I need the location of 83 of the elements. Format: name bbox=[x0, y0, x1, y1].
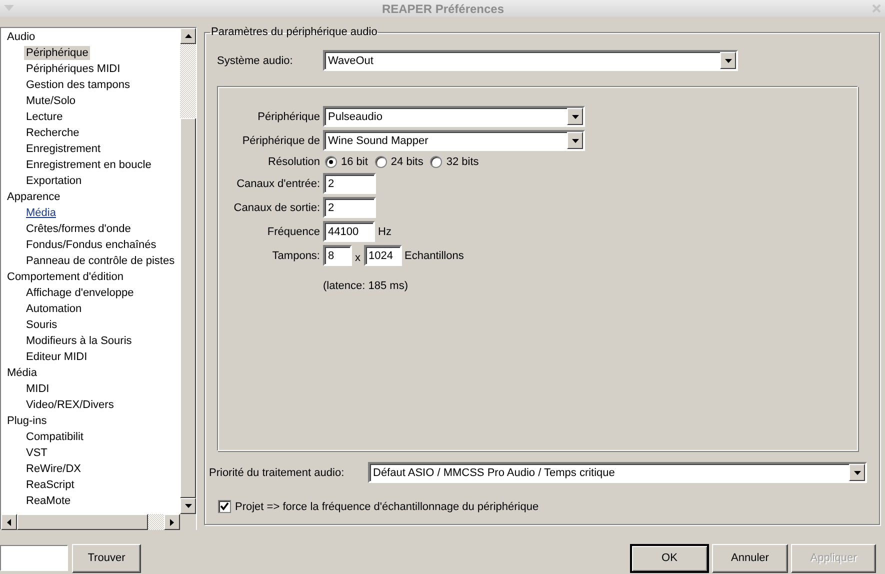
tree-item[interactable]: Panneau de contrôle de pistes bbox=[24, 254, 177, 268]
radio-button[interactable] bbox=[430, 156, 442, 168]
scroll-thumb[interactable] bbox=[180, 118, 196, 498]
tree-item[interactable]: Video/REX/Divers bbox=[24, 398, 116, 412]
field-label: Fréquence bbox=[267, 226, 320, 238]
tree-item[interactable]: ReWire/DX bbox=[24, 462, 84, 476]
tree-item[interactable]: Automation bbox=[24, 302, 84, 316]
tree-category[interactable]: Comportement d'édition bbox=[5, 270, 126, 284]
checkbox-label[interactable]: Projet => force la fréquence d'échantillonnage du périphérique bbox=[235, 500, 539, 512]
tree-category[interactable]: Audio bbox=[5, 30, 38, 44]
field-label: Périphérique bbox=[258, 110, 320, 122]
tree-item[interactable]: Enregistrement en boucle bbox=[24, 158, 154, 172]
field-label: Canaux de sortie: bbox=[234, 202, 320, 214]
device-dropdown[interactable]: Wine Sound Mapper bbox=[323, 130, 585, 151]
radio-label[interactable]: 32 bits bbox=[446, 156, 479, 168]
tree-item[interactable]: Modifieurs à la Souris bbox=[24, 334, 134, 348]
checkbox[interactable] bbox=[218, 500, 231, 513]
find-button[interactable]: Trouver bbox=[72, 544, 141, 572]
radio-button[interactable] bbox=[374, 156, 387, 168]
tree-item[interactable]: Compatibilit bbox=[24, 430, 86, 444]
up-arrow-icon bbox=[184, 34, 192, 38]
caret-icon bbox=[572, 138, 578, 142]
window-title: REAPER Préférences bbox=[382, 2, 504, 16]
field-label: Système audio: bbox=[217, 54, 294, 66]
down-arrow-icon bbox=[184, 504, 192, 508]
input-field[interactable]: 1024 bbox=[364, 245, 402, 266]
search-field[interactable] bbox=[0, 545, 68, 571]
vertical-scrollbar[interactable] bbox=[180, 28, 196, 514]
audio-system-dropdown[interactable]: WaveOut bbox=[323, 50, 738, 71]
tree-item[interactable]: Crêtes/formes d'onde bbox=[24, 222, 133, 236]
input-field[interactable]: 2 bbox=[323, 173, 376, 194]
tree-item[interactable]: Fondus/Fondus enchaînés bbox=[24, 238, 158, 252]
tree-item[interactable]: Exportation bbox=[24, 174, 84, 188]
tree-item[interactable]: Editeur MIDI bbox=[24, 350, 90, 364]
tree-category[interactable]: Plug-ins bbox=[5, 414, 49, 428]
horizontal-scrollbar[interactable] bbox=[1, 514, 180, 530]
radio-label[interactable]: 16 bit bbox=[341, 156, 368, 168]
field-label: Résolution bbox=[268, 156, 320, 168]
radio-button[interactable] bbox=[325, 156, 337, 168]
tree-item[interactable]: Gestion des tampons bbox=[24, 78, 132, 92]
group-title: Paramètres du périphérique audio bbox=[210, 26, 378, 38]
scroll-up-button[interactable] bbox=[180, 28, 196, 44]
tree-item[interactable]: VST bbox=[24, 446, 50, 460]
scroll-left-button[interactable] bbox=[1, 514, 17, 530]
tree-category[interactable]: Apparence bbox=[5, 190, 62, 204]
tree-item[interactable]: Enregistrement bbox=[24, 142, 103, 156]
tree-item[interactable]: Lecture bbox=[24, 110, 65, 124]
input-field[interactable]: 2 bbox=[323, 197, 376, 218]
caret-icon bbox=[724, 58, 732, 62]
multiply-sign: x bbox=[355, 252, 360, 264]
tree-category[interactable]: Média bbox=[5, 366, 39, 380]
field-label: Priorité du traitement audio: bbox=[209, 466, 346, 478]
tree-item[interactable]: Mute/Solo bbox=[24, 94, 78, 108]
input-field[interactable]: 8 bbox=[323, 245, 352, 266]
caret-icon bbox=[572, 114, 578, 118]
dialog-button[interactable]: OK bbox=[630, 544, 709, 572]
scrollbar-corner bbox=[180, 514, 196, 530]
scroll-down-button[interactable] bbox=[180, 498, 196, 514]
scroll-right-button[interactable] bbox=[164, 514, 180, 530]
field-label: Tampons: bbox=[272, 250, 320, 262]
tree-item[interactable]: ReaMote bbox=[24, 494, 73, 508]
left-arrow-icon bbox=[7, 518, 11, 526]
tree-item[interactable]: Affichage d'enveloppe bbox=[24, 286, 136, 300]
unit-label: Echantillons bbox=[404, 250, 464, 262]
device-dropdown[interactable]: Pulseaudio bbox=[323, 106, 585, 127]
tree-item[interactable]: Recherche bbox=[24, 126, 82, 140]
priority-dropdown[interactable]: Défaut ASIO / MMCSS Pro Audio / Temps critique bbox=[368, 462, 867, 483]
input-field[interactable]: 44100 bbox=[323, 221, 375, 242]
field-label: Canaux d'entrée: bbox=[236, 178, 320, 190]
field-label: Périphérique de bbox=[242, 134, 320, 146]
tree-item[interactable]: Périphériques MIDI bbox=[24, 62, 122, 76]
tree-item[interactable]: Périphérique bbox=[24, 46, 90, 60]
caret-icon bbox=[854, 470, 860, 474]
scroll-thumb[interactable] bbox=[17, 514, 148, 530]
right-arrow-icon bbox=[170, 518, 174, 526]
latency-text: (latence: 185 ms) bbox=[323, 280, 408, 292]
tree-item[interactable]: MIDI bbox=[24, 382, 52, 396]
dialog-button[interactable]: Annuler bbox=[712, 544, 788, 572]
tree-item[interactable]: Média bbox=[24, 206, 58, 220]
tree-item[interactable]: ReaScript bbox=[24, 478, 76, 492]
unit-label: Hz bbox=[378, 226, 392, 238]
tree-item[interactable]: Souris bbox=[24, 318, 60, 332]
radio-label[interactable]: 24 bits bbox=[390, 156, 424, 168]
